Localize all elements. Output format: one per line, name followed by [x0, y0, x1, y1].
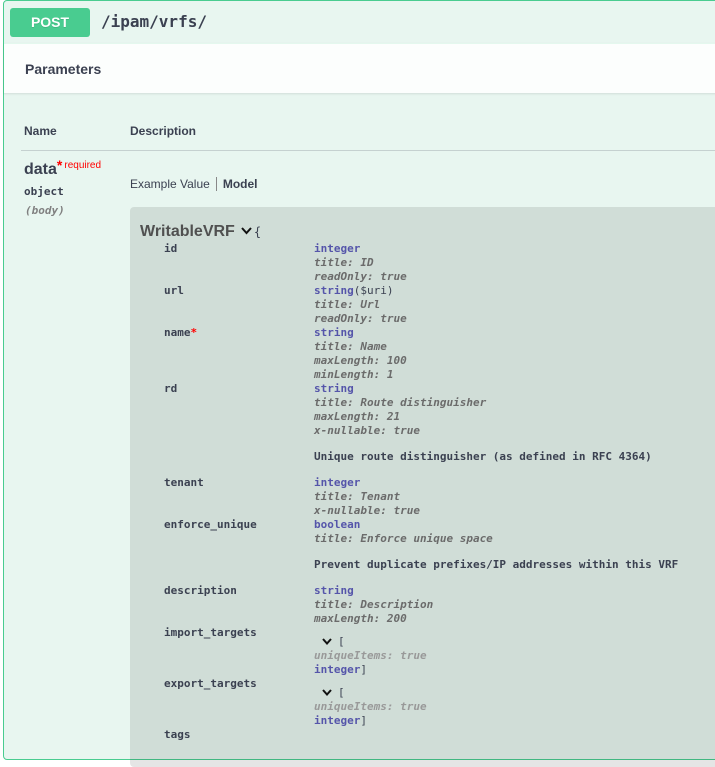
- prop-export-targets-schema: [ uniqueItems: true integer]: [314, 686, 427, 728]
- tab-model[interactable]: Model: [215, 177, 264, 191]
- prop-type: string: [314, 382, 354, 395]
- prop-enforce-unique: enforce_unique: [164, 518, 257, 531]
- prop-attr: minLength: 1: [314, 368, 394, 381]
- prop-tags: tags: [164, 728, 191, 741]
- prop-rd-description: Unique route distinguisher (as defined i…: [314, 450, 652, 463]
- prop-name-text: name: [164, 326, 191, 339]
- prop-id: id: [164, 242, 178, 255]
- header-divider: [21, 150, 715, 151]
- prop-attr: readOnly: true: [314, 270, 407, 283]
- prop-format: ($uri): [353, 284, 394, 297]
- prop-attr: title: Route distinguisher: [314, 396, 487, 409]
- prop-name: name*: [164, 326, 197, 339]
- prop-rd-schema: string title: Route distinguisher maxLen…: [314, 382, 486, 438]
- array-open: [: [338, 686, 345, 699]
- prop-description: description: [164, 584, 237, 597]
- model-open-brace: {: [253, 225, 262, 239]
- array-attr: uniqueItems: true: [314, 649, 427, 662]
- operation-summary[interactable]: POST /ipam/vrfs/: [4, 1, 715, 44]
- required-star: *: [190, 326, 198, 339]
- tab-example-value[interactable]: Example Value: [130, 177, 216, 191]
- operation-path[interactable]: /ipam/vrfs/: [101, 12, 207, 31]
- prop-attr: x-nullable: true: [314, 504, 420, 517]
- prop-import-targets-schema: [ uniqueItems: true integer]: [314, 635, 427, 677]
- prop-attr: x-nullable: true: [314, 424, 420, 437]
- model-title[interactable]: WritableVRF {: [140, 223, 261, 241]
- prop-tenant: tenant: [164, 476, 204, 489]
- prop-attr: title: Description: [314, 598, 434, 611]
- parameter-type: object: [24, 185, 64, 198]
- prop-type: integer: [314, 476, 361, 489]
- array-close: ]: [360, 663, 367, 676]
- prop-attr: maxLength: 200: [314, 612, 407, 625]
- prop-attr: title: Tenant: [314, 490, 401, 503]
- prop-type: string: [314, 284, 354, 297]
- prop-attr: title: Url: [314, 298, 381, 311]
- prop-rd: rd: [164, 382, 178, 395]
- prop-type: integer: [314, 242, 361, 255]
- required-label: required: [64, 160, 102, 171]
- prop-attr: readOnly: true: [314, 312, 407, 325]
- prop-attr: maxLength: 21: [314, 410, 401, 423]
- chevron-down-icon[interactable]: [322, 635, 332, 648]
- parameter-name: data* required: [24, 157, 102, 179]
- prop-attr: title: ID: [314, 256, 374, 269]
- array-item-type: integer: [314, 714, 361, 727]
- prop-export-targets: export_targets: [164, 677, 257, 690]
- array-close: ]: [360, 714, 367, 727]
- prop-attr: maxLength: 100: [314, 354, 407, 367]
- chevron-down-icon[interactable]: [322, 686, 332, 699]
- parameters-header: Parameters: [4, 43, 715, 93]
- prop-id-schema: integer title: ID readOnly: true: [314, 242, 407, 284]
- prop-attr: title: Name: [314, 340, 387, 353]
- prop-url-schema: string($uri) title: Url readOnly: true: [314, 284, 407, 326]
- prop-enforce-unique-description: Prevent duplicate prefixes/IP addresses …: [314, 558, 679, 571]
- prop-url: url: [164, 284, 184, 297]
- model-name: WritableVRF: [140, 223, 235, 240]
- array-attr: uniqueItems: true: [314, 700, 427, 713]
- prop-description-schema: string title: Description maxLength: 200: [314, 584, 433, 626]
- required-star: *: [56, 157, 63, 173]
- example-model-tabs: Example Value Model: [130, 177, 264, 191]
- column-header-description: Description: [130, 124, 197, 138]
- prop-type: string: [314, 326, 354, 339]
- prop-tenant-schema: integer title: Tenant x-nullable: true: [314, 476, 420, 518]
- chevron-down-icon[interactable]: [241, 226, 252, 238]
- array-item-type: integer: [314, 663, 361, 676]
- method-badge[interactable]: POST: [10, 8, 90, 37]
- prop-import-targets: import_targets: [164, 626, 257, 639]
- prop-enforce-unique-schema: boolean title: Enforce unique space: [314, 518, 493, 546]
- parameter-name-text: data: [24, 161, 57, 178]
- parameter-location: (body): [25, 204, 65, 217]
- array-open: [: [338, 635, 345, 648]
- parameters-title: Parameters: [25, 61, 102, 77]
- prop-name-schema: string title: Name maxLength: 100 minLen…: [314, 326, 407, 382]
- column-header-name: Name: [24, 124, 57, 138]
- prop-type: boolean: [314, 518, 361, 531]
- prop-attr: title: Enforce unique space: [314, 532, 493, 545]
- prop-type: string: [314, 584, 354, 597]
